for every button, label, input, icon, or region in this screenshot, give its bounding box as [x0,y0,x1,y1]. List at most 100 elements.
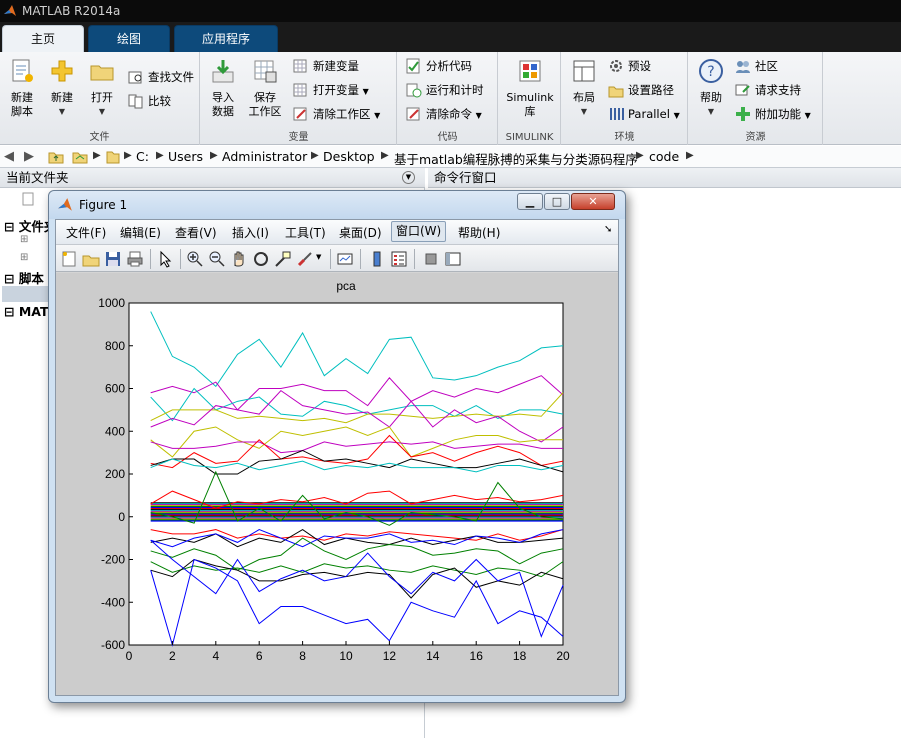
ribbon-group-environment: 布局 ▼ 预设 设置路径 Parallel ▼ 环境 [562,52,688,145]
menu-desktop[interactable]: 桌面(D) [339,224,382,241]
run-and-time-icon [406,83,422,98]
tab-home[interactable]: 主页 [2,25,84,52]
ribbon-group-variable: 导入 数据 保存 工作区 新建变量 打开变量 ▼ 清除工作区 ▼ 变量 [201,52,397,145]
back-arrow-icon[interactable]: ◀ [4,149,14,164]
environment-group-label: 环境 [614,132,635,143]
insert-colorbar-icon[interactable] [368,250,386,268]
menu-window[interactable]: 窗口(W) [391,221,447,242]
add-ons-button[interactable]: 附加功能 ▼ [735,104,811,124]
tab-plots[interactable]: 绘图 [88,25,170,52]
toolbar-separator [360,249,361,269]
figure-toolbar: ▼ [56,244,618,272]
run-and-time-button[interactable]: 运行和计时 [406,80,484,100]
breadcrumb-c[interactable]: C: [136,149,149,164]
new-script-label: 新建 脚本 [11,91,33,118]
layout-button[interactable]: 布局 ▼ [566,58,602,119]
print-icon[interactable] [126,250,144,268]
breadcrumb-administrator[interactable]: Administrator [222,149,307,164]
save-workspace-icon [254,60,277,83]
pca-chart[interactable]: pca 0 2 4 6 8 10 12 14 16 18 20 -600 -400 -200 0 200 400… [56,273,618,695]
minimize-button[interactable]: ▁ [517,193,543,210]
open-file-icon[interactable] [82,250,100,268]
request-support-button[interactable]: 请求支持 [735,80,801,100]
tab-apps[interactable]: 应用程序 [174,25,278,52]
compare-button[interactable]: 比较 [128,91,171,111]
menu-view[interactable]: 查看(V) [175,224,217,241]
dock-arrow-icon[interactable]: ➘ [604,224,612,235]
breadcrumb-desktop[interactable]: Desktop [323,149,375,164]
community-label: 社区 [755,59,778,73]
clear-workspace-dropdown-icon: ▼ [374,111,381,120]
help-label: 帮助 [700,91,722,104]
address-bar: ◀ ▶ ▶ ▶ C: ▶ Users ▶ Administrator ▶ Des… [0,146,901,168]
hide-plot-tools-icon[interactable] [422,250,440,268]
section-toggle-icon[interactable]: ⊟ [4,271,14,286]
breadcrumb-code[interactable]: code [649,149,679,164]
set-path-button[interactable]: 设置路径 [608,80,674,100]
folder-open-icon [90,65,114,81]
code-group-label: 代码 [437,132,458,143]
menu-help[interactable]: 帮助(H) [458,224,500,241]
menu-file[interactable]: 文件(F) [66,224,106,241]
new-figure-icon[interactable] [60,250,78,268]
breadcrumb-project-folder[interactable]: 基于matlab编程脉搏的采集与分类源码程序 [394,149,638,168]
new-variable-icon [293,59,307,73]
analyze-code-button[interactable]: 分析代码 [406,56,472,76]
open-label: 打开 [91,91,113,104]
y-tick-label: -400 [101,595,125,609]
pan-hand-icon[interactable] [230,250,248,268]
brush-icon[interactable] [296,250,314,268]
help-dropdown-icon: ▼ [707,107,715,116]
data-cursor-icon[interactable] [274,250,292,268]
clear-commands-button[interactable]: 清除命令 ▼ [406,104,482,124]
menu-insert[interactable]: 插入(I) [232,224,269,241]
import-data-button[interactable]: 导入 数据 [205,58,241,119]
breadcrumb-separator-icon: ▶ [210,150,218,161]
breadcrumb-separator-icon: ▶ [381,150,389,161]
clear-commands-icon [406,107,420,121]
figure-title-bar[interactable]: Figure 1 ▁ □ ✕ [49,191,625,219]
x-tick-label: 10 [339,649,353,663]
forward-arrow-icon[interactable]: ▶ [24,149,34,164]
y-tick-label: 0 [118,510,125,524]
open-variable-button[interactable]: 打开变量 ▼ [293,80,369,100]
zoom-out-icon[interactable] [208,250,226,268]
file-icon [22,192,34,206]
simulink-library-button[interactable]: Simulink 库 [503,58,557,119]
open-button[interactable]: 打开 ▼ [84,58,120,119]
preferences-button[interactable]: 预设 [608,56,651,76]
new-button[interactable]: 新建 ▼ [44,58,80,119]
tree-expand-icon[interactable]: ⊞ [20,234,28,245]
close-button[interactable]: ✕ [571,193,615,210]
menu-tools[interactable]: 工具(T) [285,224,326,241]
rotate-3d-icon[interactable] [252,250,270,268]
pointer-icon[interactable] [156,250,174,268]
insert-legend-icon[interactable] [390,250,408,268]
zoom-in-icon[interactable] [186,250,204,268]
menu-edit[interactable]: 编辑(E) [120,224,161,241]
selected-file-row[interactable] [2,286,50,302]
new-variable-button[interactable]: 新建变量 [293,56,359,76]
section-toggle-icon[interactable]: ⊟ [4,304,14,319]
up-folder-icon[interactable] [48,149,64,165]
panel-actions-icon[interactable]: ▼ [402,171,415,184]
browse-folder-icon[interactable] [72,149,88,165]
tree-expand-icon[interactable]: ⊞ [20,252,28,263]
help-button[interactable]: ? 帮助 ▼ [693,58,729,119]
app-title: MATLAB R2014a [22,4,121,18]
x-tick-label: 0 [126,649,133,663]
link-plot-icon[interactable] [336,250,354,268]
find-files-button[interactable]: 查找文件 [128,67,194,87]
save-workspace-button[interactable]: 保存 工作区 [245,58,285,119]
maximize-button[interactable]: □ [544,193,570,210]
section-scripts: ⊟ 脚本 [4,268,44,287]
save-icon[interactable] [104,250,122,268]
community-button[interactable]: 社区 [735,56,778,76]
brush-dropdown-icon[interactable]: ▼ [316,253,321,261]
clear-workspace-button[interactable]: 清除工作区 ▼ [293,104,380,124]
parallel-button[interactable]: Parallel ▼ [608,104,680,124]
new-script-button[interactable]: 新建 脚本 [4,58,40,119]
show-plot-tools-icon[interactable] [444,250,462,268]
section-toggle-icon[interactable]: ⊟ [4,219,14,234]
breadcrumb-users[interactable]: Users [168,149,203,164]
